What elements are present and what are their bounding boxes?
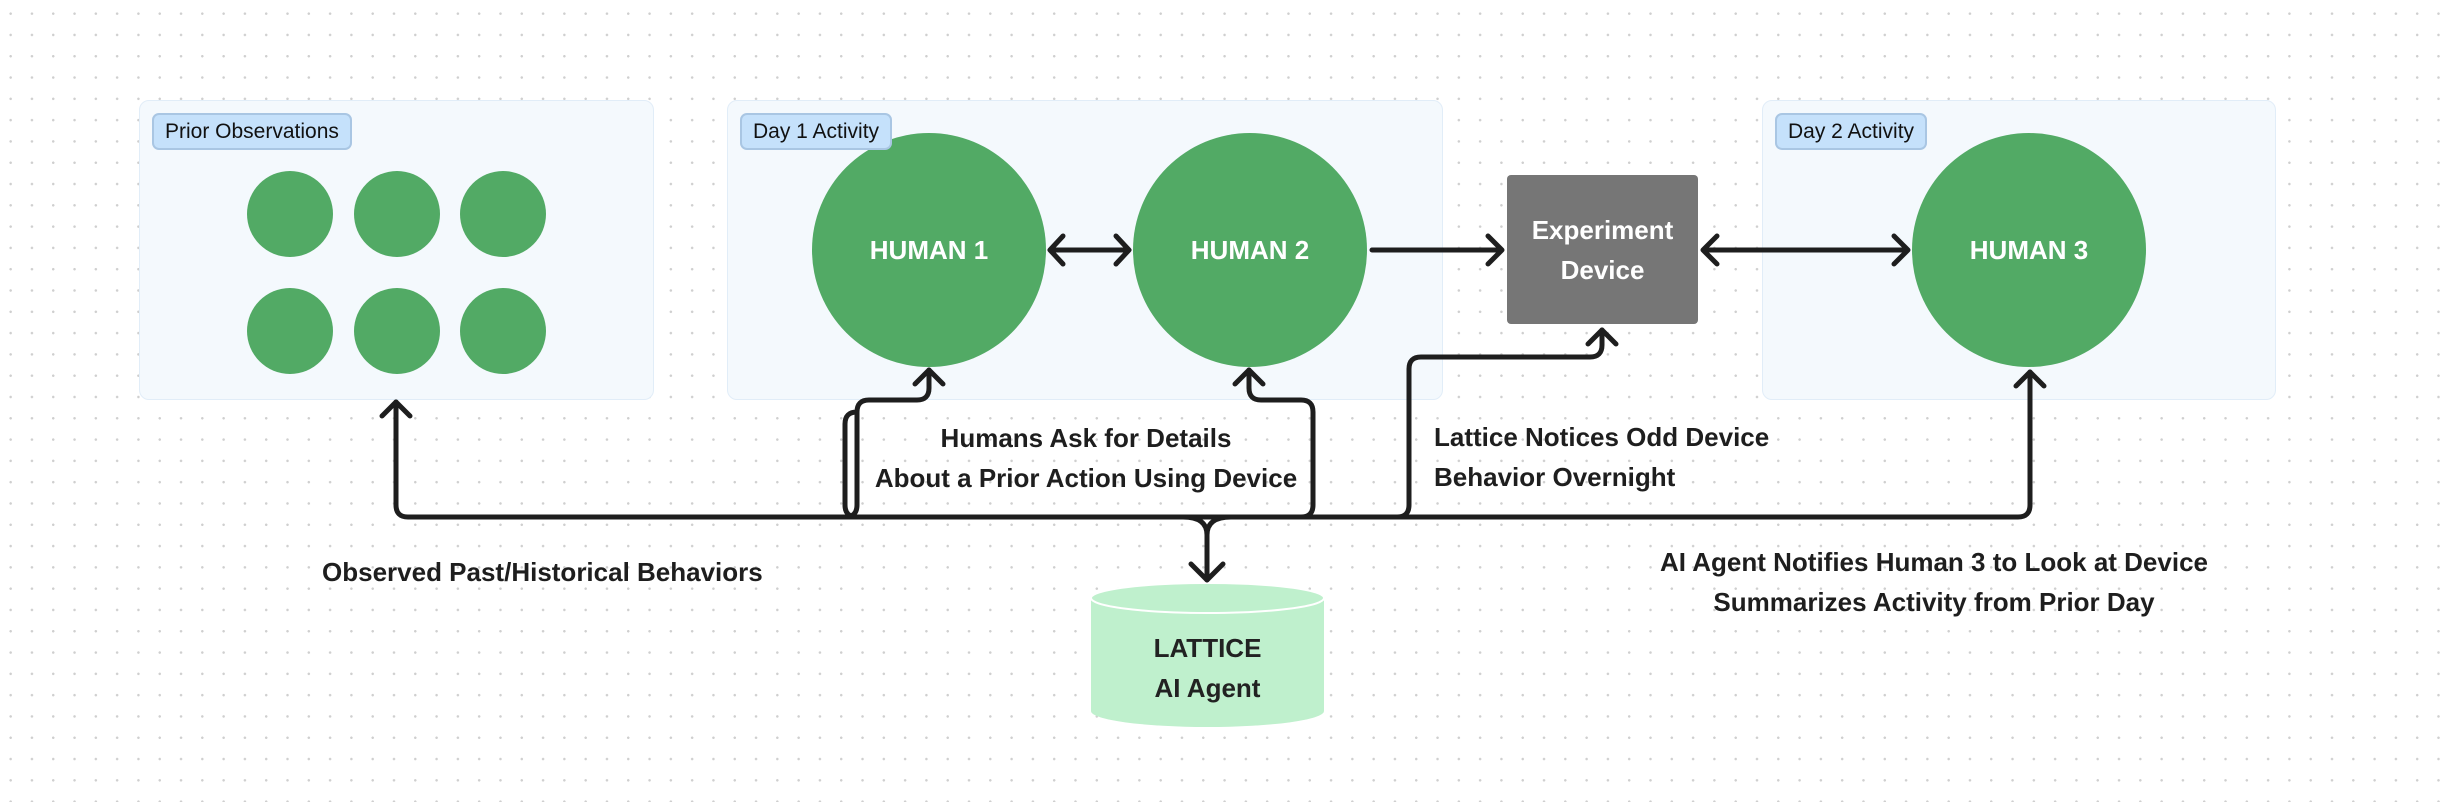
label-line: Humans Ask for Details — [940, 423, 1232, 453]
label-line: AI Agent Notifies Human 3 to Look at Dev… — [1659, 547, 2209, 577]
arrow-human1-human2 — [1047, 233, 1132, 267]
panel-label: Day 2 Activity — [1775, 113, 1928, 150]
agent-label-line2: AI Agent — [1154, 673, 1261, 703]
node-human1: HUMAN 1 — [812, 133, 1046, 367]
device-label-line1: Experiment — [1531, 214, 1674, 245]
arrow-device-human3 — [1700, 233, 1911, 267]
node-human2: HUMAN 2 — [1133, 133, 1367, 367]
label-humans-ask: Humans Ask for Details About a Prior Act… — [875, 418, 1297, 498]
label-line: Lattice Notices Odd Device — [1434, 422, 1770, 452]
node-label: HUMAN 3 — [1969, 234, 2089, 265]
agent-label-line1: LATTICE — [1153, 633, 1262, 663]
node-label: HUMAN 2 — [1190, 234, 1310, 265]
label-line: Behavior Overnight — [1434, 462, 1676, 492]
label-line: Summarizes Activity from Prior Day — [1713, 587, 2155, 617]
label-lattice-notices: Lattice Notices Odd Device Behavior Over… — [1434, 417, 1769, 497]
arrow-human2-device — [1369, 233, 1505, 267]
node-human3: HUMAN 3 — [1912, 133, 2146, 367]
label-agent-notifies: AI Agent Notifies Human 3 to Look at Dev… — [1660, 542, 2208, 622]
panel-label: Prior Observations — [152, 113, 352, 150]
node-label: HUMAN 1 — [869, 234, 989, 265]
label-line: About a Prior Action Using Device — [874, 463, 1298, 493]
label-observed-behaviors: Observed Past/Historical Behaviors — [322, 557, 763, 587]
node-experiment-device: Experiment Device — [1507, 175, 1698, 324]
agent-label: LATTICE AI Agent — [1091, 628, 1324, 708]
device-label-line2: Device — [1560, 254, 1645, 285]
panel-label: Day 1 Activity — [740, 113, 893, 150]
stem-to-agent — [1180, 514, 1234, 583]
